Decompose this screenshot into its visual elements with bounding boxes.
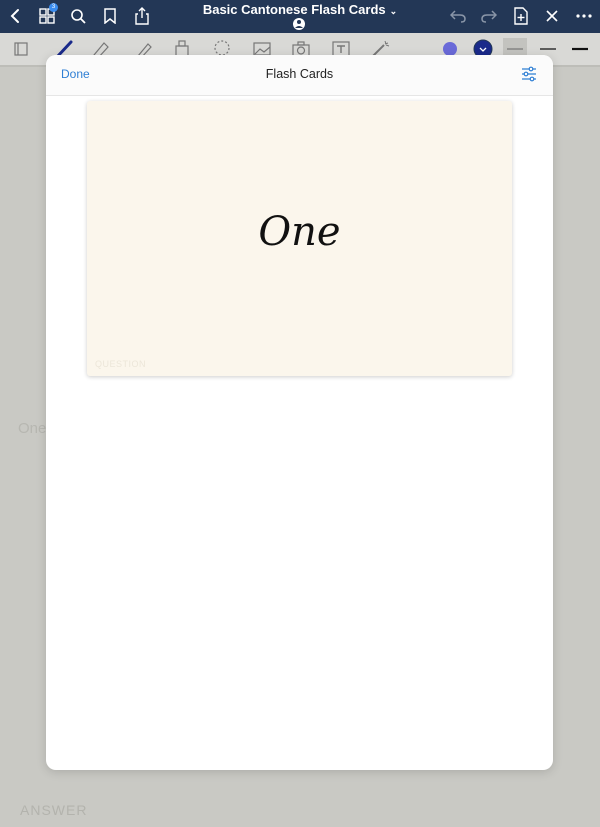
card-word: One (258, 209, 341, 255)
top-navigation-bar: 3 Basic Cantonese Flash Cards ⌄ (0, 0, 600, 33)
collaboration-icon[interactable] (291, 17, 307, 31)
background-word: One (18, 420, 47, 437)
done-button[interactable]: Done (61, 67, 90, 81)
add-page-icon[interactable] (510, 5, 532, 27)
chevron-down-icon: ⌄ (389, 6, 398, 16)
search-icon[interactable] (67, 5, 89, 27)
bookmark-icon[interactable] (99, 5, 121, 27)
stroke-thick-option[interactable] (568, 38, 592, 60)
flash-card[interactable]: One QUESTION (87, 101, 512, 376)
document-title-text: Basic Cantonese Flash Cards (202, 2, 386, 17)
close-icon[interactable] (541, 5, 563, 27)
sheet-header: Done Flash Cards (46, 55, 553, 96)
notebook-icon[interactable] (10, 38, 34, 60)
more-icon[interactable] (573, 5, 595, 27)
sheet-title: Flash Cards (265, 67, 334, 81)
notification-badge: 3 (49, 3, 58, 12)
filter-settings-icon[interactable] (520, 66, 538, 82)
screen: One ANSWER 3 Basic Cantonese Flash Cards… (0, 0, 600, 827)
card-side-label: QUESTION (95, 359, 147, 369)
back-icon[interactable] (4, 5, 26, 27)
flash-cards-sheet: Done Flash Cards One QUESTION (46, 55, 553, 770)
undo-icon[interactable] (447, 5, 469, 27)
document-title[interactable]: Basic Cantonese Flash Cards ⌄ (150, 2, 450, 17)
redo-icon[interactable] (478, 5, 500, 27)
background-bottom-text: ANSWER (20, 802, 88, 818)
